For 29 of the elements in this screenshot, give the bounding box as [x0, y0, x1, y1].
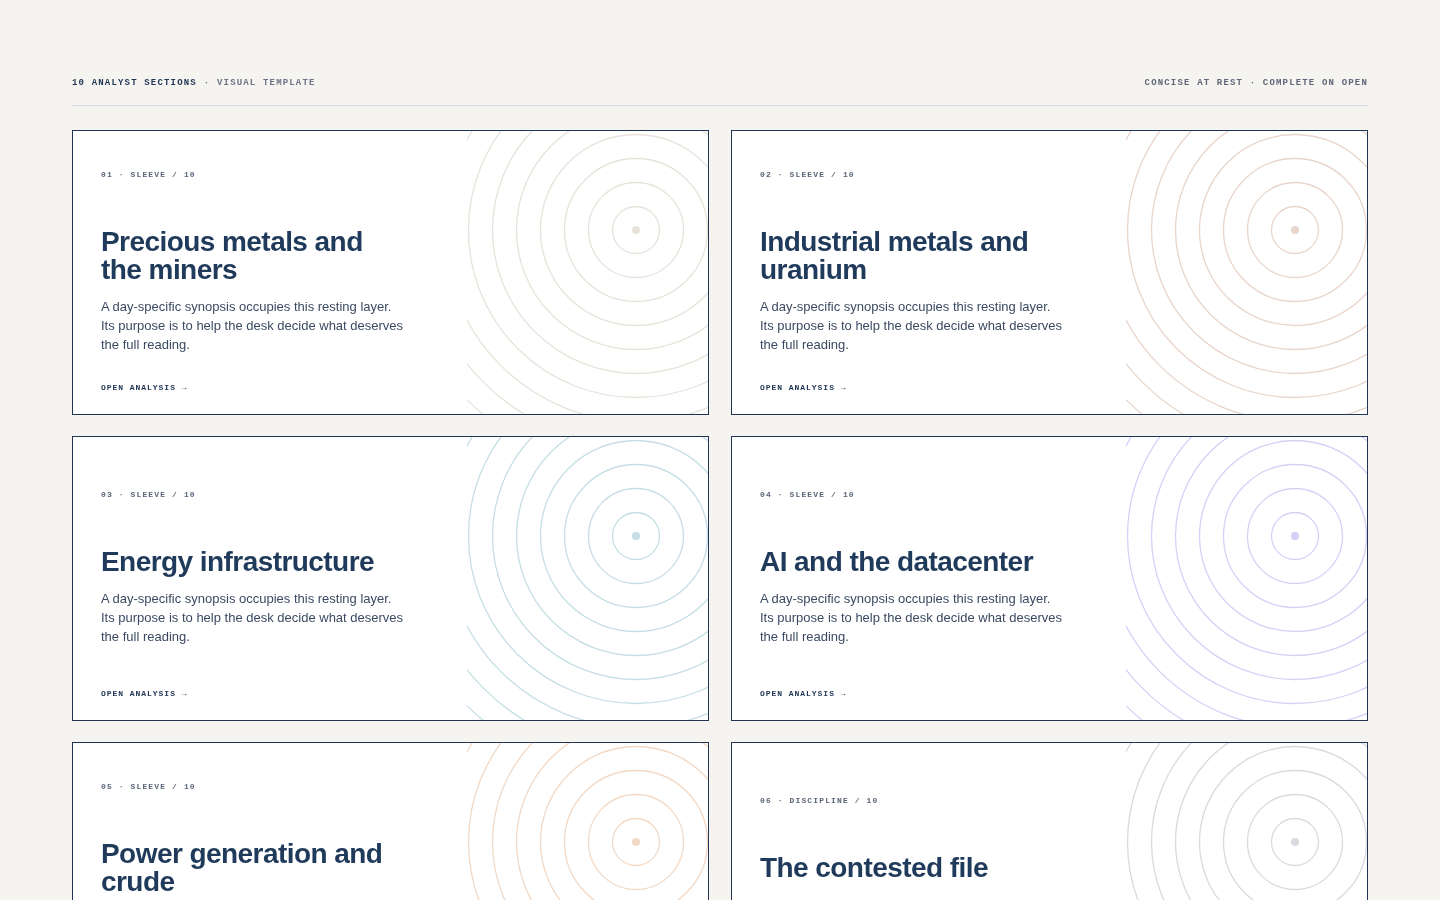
section-label: 06 · DISCIPLINE / 10 — [760, 795, 879, 806]
section-title: Power generation and crude — [101, 839, 384, 896]
section-card[interactable]: 01 · SLEEVE / 10 Precious metals and the miners A day-specific synopsis occupies this resting layer. Its purpose is to help the desk decide what deserves the full reading. OPEN ANALYSIS → — [72, 130, 709, 415]
header-title: 10 ANALYST SECTIONS — [72, 77, 197, 89]
open-analysis-link[interactable]: OPEN ANALYSIS → — [760, 688, 847, 700]
section-summary: A day-specific synopsis occupies this resting layer. Its purpose is to help the desk decide what deserves the full reading. — [760, 297, 1064, 354]
section-card[interactable]: 03 · SLEEVE / 10 Energy infrastructure A day-specific synopsis occupies this resting layer. Its purpose is to help the desk decide what deserves the full reading. OPEN ANALYSIS → — [72, 436, 709, 721]
section-title: Precious metals and the miners — [101, 227, 364, 284]
section-title: Industrial metals and uranium — [760, 227, 1030, 284]
header-subtitle: · VISUAL TEMPLATE — [203, 77, 316, 89]
section-title: AI and the datacenter — [760, 547, 1035, 576]
header-note: CONCISE AT REST · COMPLETE ON OPEN — [1144, 77, 1368, 89]
section-card[interactable]: 06 · DISCIPLINE / 10 The contested file — [731, 742, 1368, 900]
section-title: The contested file — [760, 853, 989, 882]
section-label: 01 · SLEEVE / 10 — [101, 169, 196, 180]
open-analysis-link[interactable]: OPEN ANALYSIS → — [101, 688, 188, 700]
section-title: Energy infrastructure — [101, 547, 375, 576]
section-label: 03 · SLEEVE / 10 — [101, 489, 196, 500]
section-card[interactable]: 05 · SLEEVE / 10 Power generation and crude — [72, 742, 709, 900]
section-label: 04 · SLEEVE / 10 — [760, 489, 855, 500]
section-card[interactable]: 04 · SLEEVE / 10 AI and the datacenter A day-specific synopsis occupies this resting layer. Its purpose is to help the desk decide what deserves the full reading. OPEN ANALYSIS → — [731, 436, 1368, 721]
open-analysis-link[interactable]: OPEN ANALYSIS → — [760, 382, 847, 394]
section-summary: A day-specific synopsis occupies this resting layer. Its purpose is to help the desk decide what deserves the full reading. — [101, 297, 405, 354]
section-summary: A day-specific synopsis occupies this resting layer. Its purpose is to help the desk decide what deserves the full reading. — [760, 589, 1064, 646]
section-label: 02 · SLEEVE / 10 — [760, 169, 855, 180]
section-summary: A day-specific synopsis occupies this resting layer. Its purpose is to help the desk decide what deserves the full reading. — [101, 589, 405, 646]
section-label: 05 · SLEEVE / 10 — [101, 781, 196, 792]
section-card[interactable]: 02 · SLEEVE / 10 Industrial metals and uranium A day-specific synopsis occupies this resting layer. Its purpose is to help the desk decide what deserves the full reading. OPEN ANALYSIS → — [731, 130, 1368, 415]
open-analysis-link[interactable]: OPEN ANALYSIS → — [101, 382, 188, 394]
